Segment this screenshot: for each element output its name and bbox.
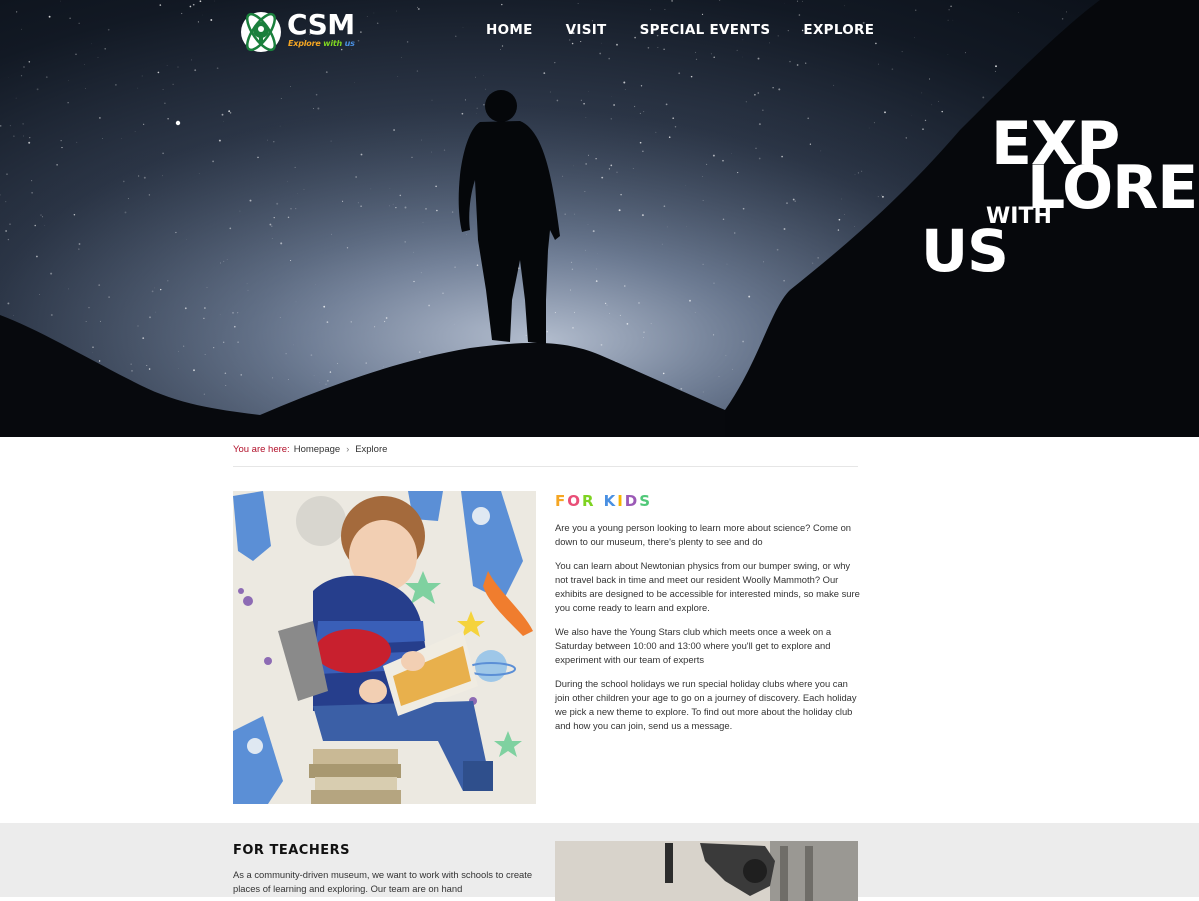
nav-explore[interactable]: EXPLORE xyxy=(803,22,874,38)
for-teachers-section: FOR TEACHERS As a community-driven museu… xyxy=(0,823,1199,897)
nav-visit[interactable]: VISIT xyxy=(566,22,607,38)
title-letter: O xyxy=(567,492,582,510)
for-teachers-title: FOR TEACHERS xyxy=(233,843,350,858)
for-kids-section: FOR KIDS Are you a young person looking … xyxy=(555,492,860,743)
kids-reading-image xyxy=(233,491,536,804)
nav-special-events[interactable]: SPECIAL EVENTS xyxy=(640,22,771,38)
title-letter: D xyxy=(625,492,639,510)
breadcrumb-label: You are here: xyxy=(233,444,290,455)
hero-banner: CSM Explore with us HOME VISIT SPECIAL E… xyxy=(0,0,1199,437)
kids-paragraph-2: You can learn about Newtonian physics fr… xyxy=(555,559,860,615)
kids-paragraph-4: During the school holidays we run specia… xyxy=(555,677,860,733)
hero-title-line-4: US xyxy=(921,222,1008,280)
title-letter: F xyxy=(555,492,567,510)
logo-tagline: Explore with us xyxy=(288,39,355,48)
breadcrumb: You are here: Homepage › Explore xyxy=(233,444,858,467)
title-letter: I xyxy=(617,492,625,510)
title-letter: R xyxy=(582,492,596,510)
title-letter: K xyxy=(604,492,618,510)
title-letter: S xyxy=(639,492,652,510)
logo-tagline-word-3: us xyxy=(345,39,355,48)
breadcrumb-home-link[interactable]: Homepage xyxy=(294,444,340,455)
breadcrumb-chevron-icon: › xyxy=(346,444,349,454)
kids-paragraph-3: We also have the Young Stars club which … xyxy=(555,625,860,667)
nav-home[interactable]: HOME xyxy=(486,22,533,38)
teachers-paragraph: As a community-driven museum, we want to… xyxy=(233,868,538,896)
hero-title-line-2: LORE xyxy=(1027,158,1197,218)
logo-tagline-word-1: Explore xyxy=(288,39,321,48)
breadcrumb-current: Explore xyxy=(355,444,387,455)
main-nav: HOME VISIT SPECIAL EVENTS EXPLORE xyxy=(486,22,907,38)
atom-logo-icon xyxy=(237,6,285,56)
kids-paragraph-1: Are you a young person looking to learn … xyxy=(555,521,860,549)
site-logo[interactable]: CSM Explore with us xyxy=(237,6,357,56)
teachers-image xyxy=(555,841,858,901)
logo-tagline-word-2: with xyxy=(323,39,342,48)
logo-wordmark: CSM xyxy=(287,8,355,41)
for-kids-title: FOR KIDS xyxy=(555,492,860,510)
